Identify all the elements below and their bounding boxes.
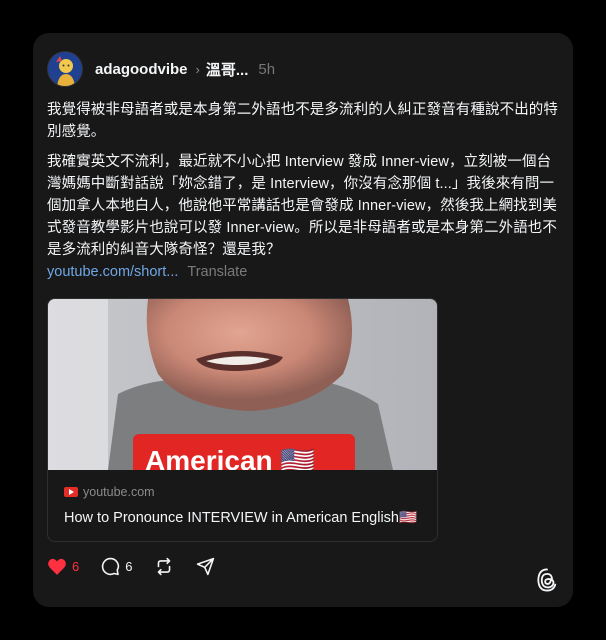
avatar-image (48, 52, 82, 86)
chevron-right-icon: › (195, 61, 200, 77)
post-paragraph-2: 我確實英文不流利，最近就不小心把 Interview 發成 Inner-view… (47, 154, 558, 258)
reply-button[interactable]: 6 (101, 557, 132, 576)
preview-title: How to Pronounce INTERVIEW in American E… (64, 510, 418, 526)
preview-meta: youtube.com (64, 485, 155, 499)
like-count: 6 (72, 558, 80, 574)
repost-button[interactable] (154, 557, 174, 576)
reply-icon (102, 557, 120, 575)
post-link[interactable]: youtube.com/short... (47, 264, 178, 280)
threads-logo-icon[interactable] (536, 568, 558, 592)
translate-button[interactable]: Translate (187, 264, 247, 280)
link-preview-card[interactable]: American 🇺🇸 youtube.com How to Pronounce… (47, 298, 438, 542)
post-card: adagoodvibe › 溫哥... 5h 我覺得被非母語者或是本身第二外語也… (33, 33, 573, 607)
send-icon (197, 557, 215, 575)
topic-tag[interactable]: 溫哥... (206, 59, 249, 80)
avatar[interactable] (47, 51, 83, 87)
heart-icon (48, 558, 66, 575)
post-time: 5h (258, 60, 276, 78)
like-button[interactable]: 6 (47, 557, 79, 576)
post-links: youtube.com/short... Translate (47, 264, 247, 280)
action-bar: 6 6 (47, 555, 237, 577)
repost-icon (158, 557, 171, 575)
preview-domain: youtube.com (83, 485, 155, 499)
youtube-icon (64, 487, 78, 497)
share-button[interactable] (196, 557, 215, 576)
post-header: adagoodvibe › 溫哥... 5h (47, 50, 275, 88)
post-paragraph-1: 我覺得被非母語者或是本身第二外語也不是多流利的人糾正發音有種說不出的特別感覺。 (47, 102, 558, 140)
preview-thumbnail: American 🇺🇸 (48, 299, 437, 470)
reply-count: 6 (125, 558, 133, 574)
thumbnail-caption: American 🇺🇸 (145, 445, 315, 470)
username[interactable]: adagoodvibe (95, 61, 188, 78)
